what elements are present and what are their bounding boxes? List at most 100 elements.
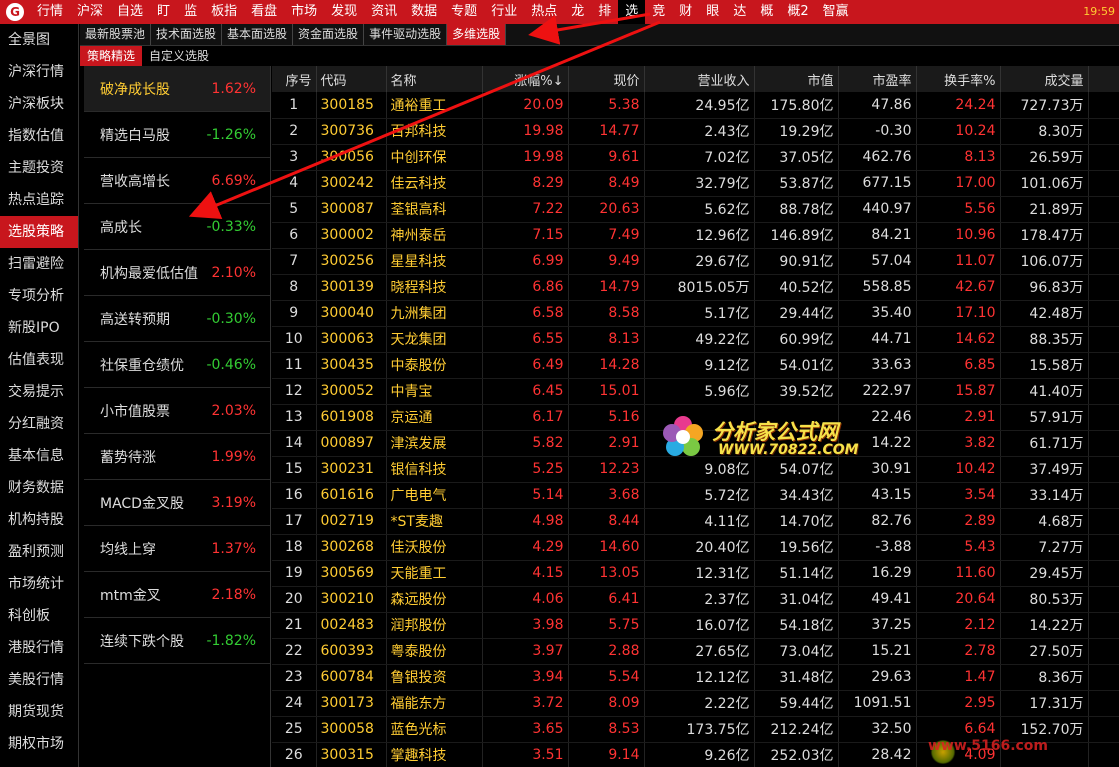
column-header-code[interactable]: 代码: [316, 66, 387, 92]
table-row[interactable]: 8 300139 晓程科技 6.86 14.79 8015.05万 40.52亿 558.85…: [272, 274, 1119, 301]
sidebar-item[interactable]: 科创板: [0, 600, 78, 632]
table-row[interactable]: 7 300256 星星科技 6.99 9.49 29.67亿 90.91亿 57.04 11.0…: [272, 248, 1119, 275]
menu-item[interactable]: 发现: [324, 0, 364, 24]
sidebar-item[interactable]: 全景图: [0, 24, 78, 56]
strategy-item[interactable]: mtm金叉 2.18%: [84, 572, 270, 618]
strategy-item[interactable]: 均线上穿 1.37%: [84, 526, 270, 572]
sidebar-item[interactable]: 沪深板块: [0, 88, 78, 120]
sidebar-item[interactable]: 专项分析: [0, 280, 78, 312]
subtab[interactable]: 事件驱动选股: [364, 24, 448, 45]
table-row[interactable]: 18 300268 佳沃股份 4.29 14.60 20.40亿 19.56亿 -3.88 5.…: [272, 534, 1119, 561]
menu-item[interactable]: 看盘: [244, 0, 284, 24]
sidebar-item[interactable]: 新股IPO: [0, 312, 78, 344]
table-row[interactable]: 17 002719 *ST麦趣 4.98 8.44 4.11亿 14.70亿 82.76 2.8…: [272, 508, 1119, 535]
menu-item[interactable]: 竞: [645, 0, 672, 24]
strategy-item[interactable]: MACD金叉股 3.19%: [84, 480, 270, 526]
menu-item[interactable]: 达: [726, 0, 753, 24]
table-row[interactable]: 20 300210 森远股份 4.06 6.41 2.37亿 31.04亿 49.41 20.6…: [272, 586, 1119, 613]
column-header-seq[interactable]: 序号: [272, 66, 317, 92]
table-row[interactable]: 19 300569 天能重工 4.15 13.05 12.31亿 51.14亿 16.29 11…: [272, 560, 1119, 587]
sidebar-item[interactable]: 扫雷避险: [0, 248, 78, 280]
subtab[interactable]: 基本面选股: [222, 24, 294, 45]
table-row[interactable]: 1 300185 通裕重工 20.09 5.38 24.95亿 175.80亿 47.86 24…: [272, 92, 1119, 119]
subtab[interactable]: 资金面选股: [293, 24, 365, 45]
column-header-market-cap[interactable]: 市值: [754, 66, 839, 92]
menu-item[interactable]: 板指: [204, 0, 244, 24]
menu-item[interactable]: 财: [672, 0, 699, 24]
table-row[interactable]: 5 300087 荃银高科 7.22 20.63 5.62亿 88.78亿 440.97 5.5…: [272, 196, 1119, 223]
menu-item[interactable]: 排: [591, 0, 618, 24]
column-header-volume[interactable]: 成交量: [1000, 66, 1089, 92]
sidebar-item[interactable]: 主题投资: [0, 152, 78, 184]
app-logo[interactable]: G: [0, 0, 30, 24]
strategy-tab[interactable]: 策略精选: [80, 46, 143, 66]
table-row[interactable]: 24 300173 福能东方 3.72 8.09 2.22亿 59.44亿 1091.51 2.…: [272, 690, 1119, 717]
menu-item[interactable]: 监: [177, 0, 204, 24]
subtab[interactable]: 技术面选股: [151, 24, 223, 45]
table-row[interactable]: 12 300052 中青宝 6.45 15.01 5.96亿 39.52亿 222.97 15.…: [272, 378, 1119, 405]
sidebar-item[interactable]: 港股行情: [0, 632, 78, 664]
table-row[interactable]: 10 300063 天龙集团 6.55 8.13 49.22亿 60.99亿 44.71 14.…: [272, 326, 1119, 353]
strategy-item[interactable]: 高送转预期 -0.30%: [84, 296, 270, 342]
column-header-name[interactable]: 名称: [386, 66, 483, 92]
column-header-change-pct[interactable]: 涨幅%↓: [482, 66, 569, 92]
column-header-pe-ratio[interactable]: 市盈率: [838, 66, 917, 92]
sidebar-item[interactable]: 基本信息: [0, 440, 78, 472]
sidebar-item[interactable]: 机构持股: [0, 504, 78, 536]
strategy-item[interactable]: 小市值股票 2.03%: [84, 388, 270, 434]
menu-item[interactable]: 行情: [30, 0, 70, 24]
strategy-item[interactable]: 营收高增长 6.69%: [84, 158, 270, 204]
table-row[interactable]: 13 601908 京运通 6.17 5.16 22.46 2.91 57.91万: [272, 404, 1119, 431]
menu-item[interactable]: 沪深: [70, 0, 110, 24]
table-row[interactable]: 22 600393 粤泰股份 3.97 2.88 27.65亿 73.04亿 15.21 2.7…: [272, 638, 1119, 665]
table-row[interactable]: 16 601616 广电电气 5.14 3.68 5.72亿 34.43亿 43.15 3.54…: [272, 482, 1119, 509]
menu-item[interactable]: 盯: [150, 0, 177, 24]
strategy-item[interactable]: 高成长 -0.33%: [84, 204, 270, 250]
table-row[interactable]: 11 300435 中泰股份 6.49 14.28 9.12亿 54.01亿 33.63 6.8…: [272, 352, 1119, 379]
table-row[interactable]: 23 600784 鲁银投资 3.94 5.54 12.12亿 31.48亿 29.63 1.4…: [272, 664, 1119, 691]
menu-item[interactable]: 市场: [284, 0, 324, 24]
column-header-price[interactable]: 现价: [568, 66, 645, 92]
sidebar-item[interactable]: 沪深行情: [0, 56, 78, 88]
column-header-revenue[interactable]: 营业收入: [644, 66, 755, 92]
menu-item[interactable]: 龙: [564, 0, 591, 24]
menu-item[interactable]: 概2: [780, 0, 815, 24]
menu-item[interactable]: 专题: [444, 0, 484, 24]
table-row[interactable]: 6 300002 神州泰岳 7.15 7.49 12.96亿 146.89亿 84.21 10.…: [272, 222, 1119, 249]
column-header-extra[interactable]: [1088, 66, 1119, 92]
sidebar-item[interactable]: 美股行情: [0, 664, 78, 696]
strategy-item[interactable]: 精选白马股 -1.26%: [84, 112, 270, 158]
menu-item[interactable]: 数据: [404, 0, 444, 24]
menu-item[interactable]: 热点: [524, 0, 564, 24]
table-row[interactable]: 4 300242 佳云科技 8.29 8.49 32.79亿 53.87亿 677.15 17.…: [272, 170, 1119, 197]
strategy-tab[interactable]: 自定义选股: [142, 46, 216, 66]
strategy-item[interactable]: 社保重仓绩优 -0.46%: [84, 342, 270, 388]
strategy-item[interactable]: 连续下跌个股 -1.82%: [84, 618, 270, 664]
sidebar-item[interactable]: 热点追踪: [0, 184, 78, 216]
table-row[interactable]: 21 002483 润邦股份 3.98 5.75 16.07亿 54.18亿 37.25 2.1…: [272, 612, 1119, 639]
menu-item[interactable]: 行业: [484, 0, 524, 24]
menu-item[interactable]: 智赢: [816, 0, 856, 24]
menu-item[interactable]: 概: [753, 0, 780, 24]
table-row[interactable]: 2 300736 百邦科技 19.98 14.77 2.43亿 19.29亿 -0.30 10.…: [272, 118, 1119, 145]
sidebar-item[interactable]: 盈利预测: [0, 536, 78, 568]
sidebar-item[interactable]: 估值表现: [0, 344, 78, 376]
menu-item[interactable]: 选: [618, 0, 646, 24]
sidebar-item[interactable]: 市场统计: [0, 568, 78, 600]
sidebar-item[interactable]: 期权市场: [0, 728, 78, 760]
sidebar-item[interactable]: 财务数据: [0, 472, 78, 504]
table-row[interactable]: 14 000897 津滨发展 5.82 2.91 14.22 3.82 61.71万: [272, 430, 1119, 457]
table-row[interactable]: 3 300056 中创环保 19.98 9.61 7.02亿 37.05亿 462.76 8.1…: [272, 144, 1119, 171]
menu-item[interactable]: 眼: [699, 0, 726, 24]
column-header-turnover[interactable]: 换手率%: [916, 66, 1001, 92]
strategy-item[interactable]: 破净成长股 1.62%: [84, 66, 270, 112]
sidebar-item[interactable]: 期货现货: [0, 696, 78, 728]
strategy-item[interactable]: 机构最爱低估值 2.10%: [84, 250, 270, 296]
sidebar-item[interactable]: 指数估值: [0, 120, 78, 152]
table-row[interactable]: 15 300231 银信科技 5.25 12.23 9.08亿 54.07亿 30.91 10.…: [272, 456, 1119, 483]
table-row[interactable]: 9 300040 九洲集团 6.58 8.58 5.17亿 29.44亿 35.40 17.10…: [272, 300, 1119, 327]
sidebar-item[interactable]: 交易提示: [0, 376, 78, 408]
sidebar-item[interactable]: 分红融资: [0, 408, 78, 440]
sidebar-item[interactable]: 选股策略: [0, 216, 78, 248]
subtab[interactable]: 多维选股: [447, 24, 507, 45]
